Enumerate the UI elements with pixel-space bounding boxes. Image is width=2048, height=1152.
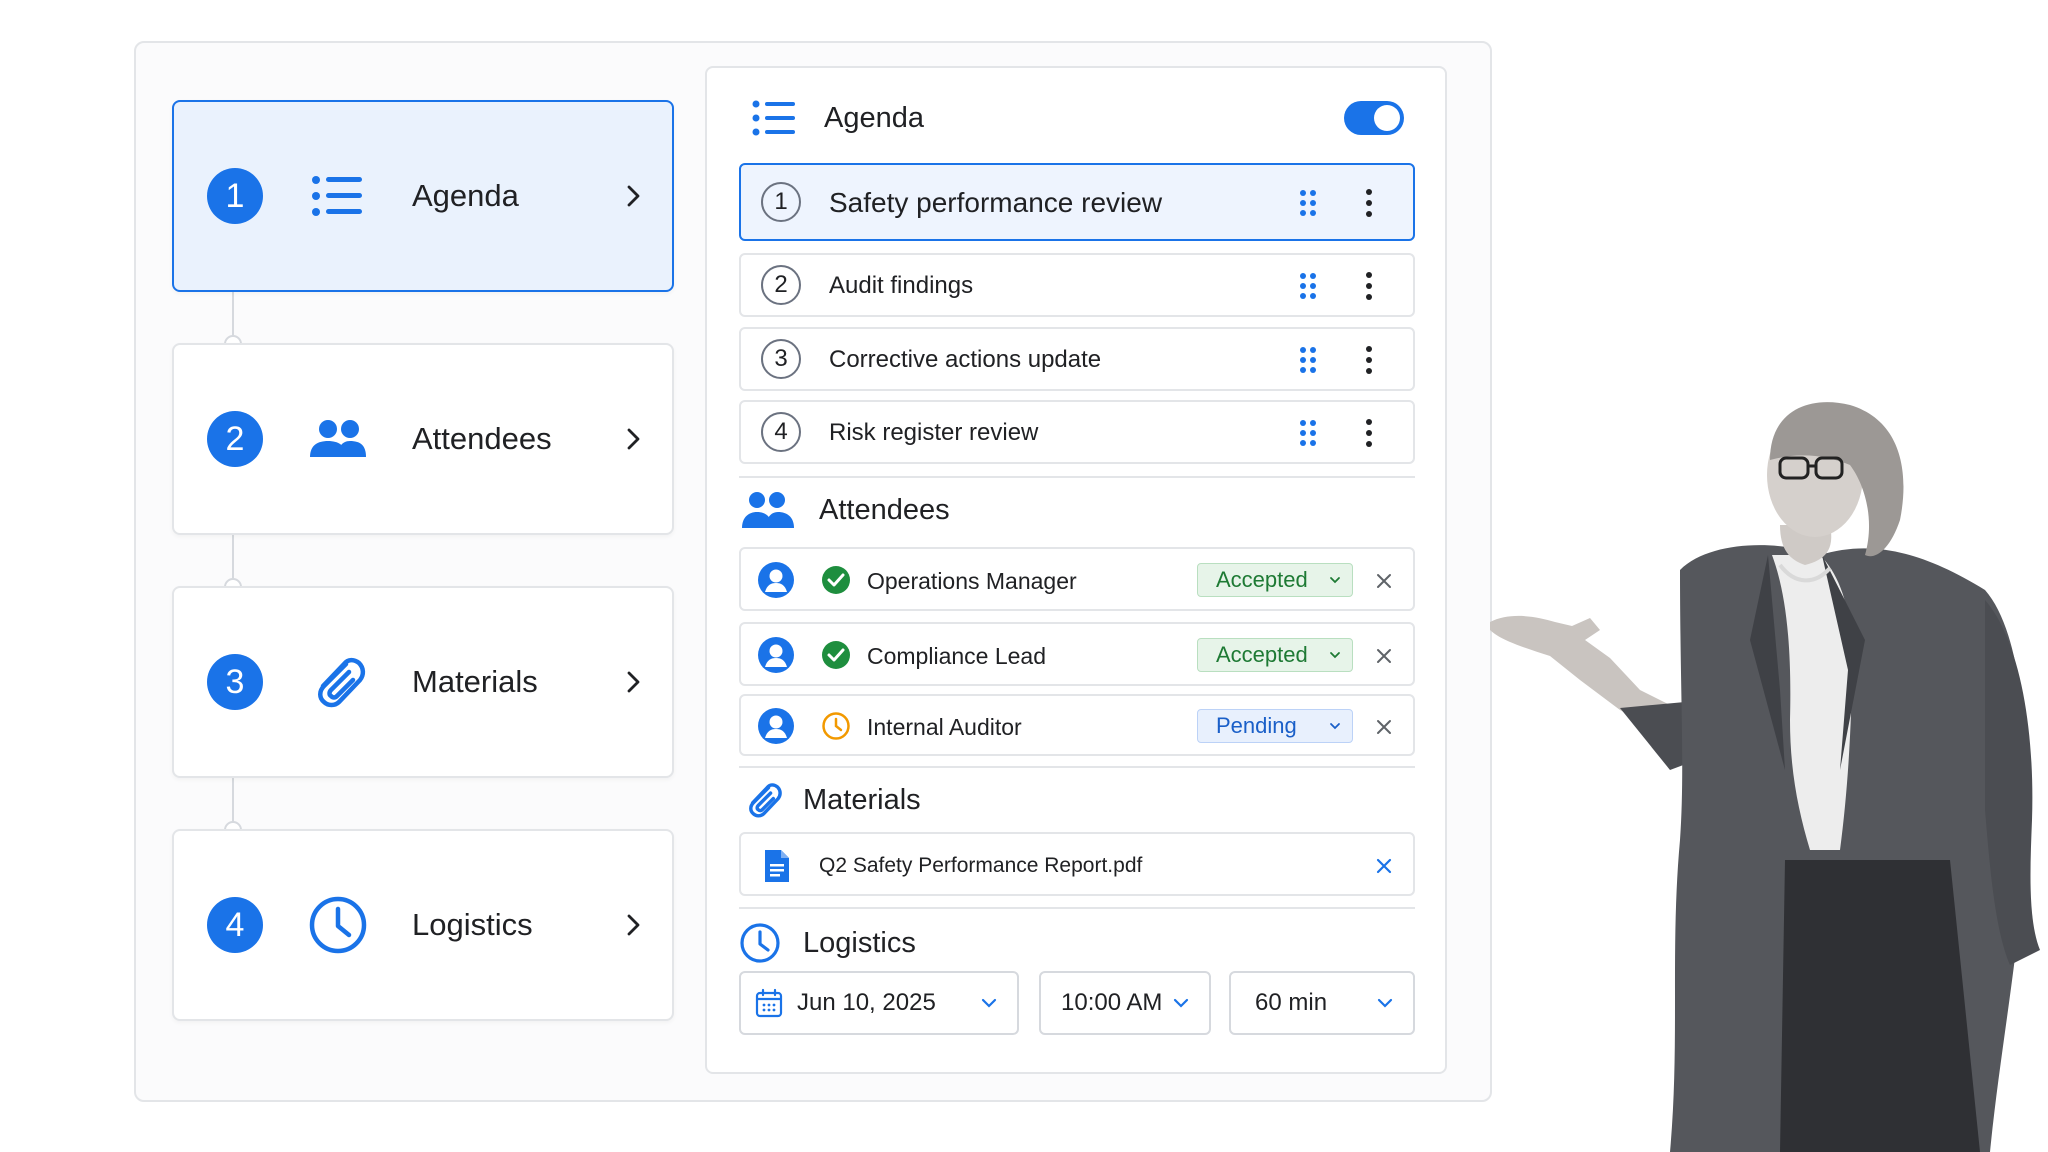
attendee-row: Operations Manager Accepted xyxy=(739,547,1415,611)
rsvp-status-label: Pending xyxy=(1216,713,1297,738)
remove-attendee-icon[interactable] xyxy=(1373,716,1395,738)
check-circle-icon xyxy=(822,566,850,594)
agenda-header: Agenda xyxy=(750,98,924,138)
more-options-icon[interactable] xyxy=(1363,345,1375,375)
duration-select[interactable]: 60 min xyxy=(1229,971,1415,1035)
attendees-header: Attendees xyxy=(741,490,950,530)
step-attendees[interactable]: 2 Attendees xyxy=(172,343,674,535)
attendee-name: Operations Manager xyxy=(867,568,1077,594)
agenda-item[interactable]: 4 Risk register review xyxy=(739,400,1415,464)
paperclip-icon xyxy=(749,783,782,818)
chevron-right-icon xyxy=(627,428,640,450)
agenda-title: Agenda xyxy=(824,101,924,134)
calendar-icon xyxy=(755,988,783,1018)
step-logistics[interactable]: 4 Logistics xyxy=(172,829,674,1021)
step-label: Attendees xyxy=(412,421,552,456)
date-picker[interactable]: Jun 10, 2025 xyxy=(739,971,1019,1035)
time-value: 10:00 AM xyxy=(1061,989,1163,1016)
attendee-name: Compliance Lead xyxy=(867,643,1047,669)
step-materials[interactable]: 3 Materials xyxy=(172,586,674,778)
list-icon xyxy=(752,100,795,136)
rsvp-status-dropdown[interactable]: Accepted xyxy=(1197,563,1353,597)
agenda-item-title: Safety performance review xyxy=(829,187,1163,218)
section-divider xyxy=(739,907,1415,909)
chevron-right-icon xyxy=(627,914,640,936)
attendees-title: Attendees xyxy=(819,493,950,526)
people-icon xyxy=(310,420,366,457)
rsvp-status-label: Accepted xyxy=(1216,567,1308,592)
document-icon xyxy=(765,850,789,882)
step-number: 4 xyxy=(207,897,263,953)
agenda-item[interactable]: 2 Audit findings xyxy=(739,253,1415,317)
material-file-row[interactable]: Q2 Safety Performance Report.pdf xyxy=(739,832,1415,896)
clock-icon xyxy=(740,923,780,963)
step-label: Materials xyxy=(412,664,538,699)
chevron-down-icon xyxy=(1173,998,1189,1008)
remove-attendee-icon[interactable] xyxy=(1373,570,1395,592)
chevron-right-icon xyxy=(627,185,640,207)
more-options-icon[interactable] xyxy=(1363,418,1375,448)
chevron-down-icon xyxy=(1330,577,1340,584)
chevron-down-icon xyxy=(981,998,997,1008)
drag-handle-icon[interactable] xyxy=(1298,188,1318,218)
drag-handle-icon[interactable] xyxy=(1298,418,1318,448)
remove-file-icon[interactable] xyxy=(1373,855,1395,877)
date-value: Jun 10, 2025 xyxy=(797,989,936,1016)
chevron-down-icon xyxy=(1330,652,1340,659)
logistics-header: Logistics xyxy=(739,922,916,964)
chevron-down-icon xyxy=(1377,998,1393,1008)
step-number: 1 xyxy=(207,168,263,224)
agenda-item-number: 2 xyxy=(761,265,801,305)
agenda-item-number: 4 xyxy=(761,412,801,452)
section-divider xyxy=(739,766,1415,768)
time-picker[interactable]: 10:00 AM xyxy=(1039,971,1211,1035)
user-avatar-icon xyxy=(758,708,794,744)
check-circle-icon xyxy=(822,641,850,669)
agenda-item-number: 1 xyxy=(761,182,801,222)
paperclip-icon xyxy=(318,657,366,708)
clock-icon xyxy=(309,896,367,954)
materials-header: Materials xyxy=(741,778,921,822)
step-agenda[interactable]: 1 Agenda xyxy=(172,100,674,292)
agenda-item-number: 3 xyxy=(761,339,801,379)
agenda-item-title: Audit findings xyxy=(829,272,974,299)
step-number: 3 xyxy=(207,654,263,710)
agenda-toggle[interactable] xyxy=(1344,101,1404,135)
agenda-item-title: Risk register review xyxy=(829,419,1039,446)
chevron-down-icon xyxy=(1330,723,1340,730)
more-options-icon[interactable] xyxy=(1363,271,1375,301)
more-options-icon[interactable] xyxy=(1363,188,1375,218)
rsvp-status-dropdown[interactable]: Accepted xyxy=(1197,638,1353,672)
clock-icon xyxy=(822,712,850,740)
list-icon xyxy=(312,176,362,216)
materials-title: Materials xyxy=(803,783,921,816)
attendee-name: Internal Auditor xyxy=(867,714,1022,740)
step-number: 2 xyxy=(207,411,263,467)
material-file-name: Q2 Safety Performance Report.pdf xyxy=(819,854,1143,877)
agenda-item-title: Corrective actions update xyxy=(829,346,1102,373)
user-avatar-icon xyxy=(758,637,794,673)
chevron-right-icon xyxy=(627,671,640,693)
user-avatar-icon xyxy=(758,562,794,598)
people-icon xyxy=(742,492,794,528)
section-divider xyxy=(739,476,1415,478)
attendee-row: Internal Auditor Pending xyxy=(739,694,1415,756)
drag-handle-icon[interactable] xyxy=(1298,271,1318,301)
step-label: Agenda xyxy=(412,178,519,213)
agenda-item[interactable]: 1 Safety performance review xyxy=(739,163,1415,241)
agenda-item[interactable]: 3 Corrective actions update xyxy=(739,327,1415,391)
remove-attendee-icon[interactable] xyxy=(1373,645,1395,667)
attendee-row: Compliance Lead Accepted xyxy=(739,622,1415,686)
toggle-knob xyxy=(1374,105,1400,131)
step-label: Logistics xyxy=(412,907,533,942)
logistics-title: Logistics xyxy=(803,926,916,959)
rsvp-status-dropdown[interactable]: Pending xyxy=(1197,709,1353,743)
drag-handle-icon[interactable] xyxy=(1298,345,1318,375)
rsvp-status-label: Accepted xyxy=(1216,642,1308,667)
presenter-figure xyxy=(1490,402,2040,1152)
duration-value: 60 min xyxy=(1255,989,1328,1016)
